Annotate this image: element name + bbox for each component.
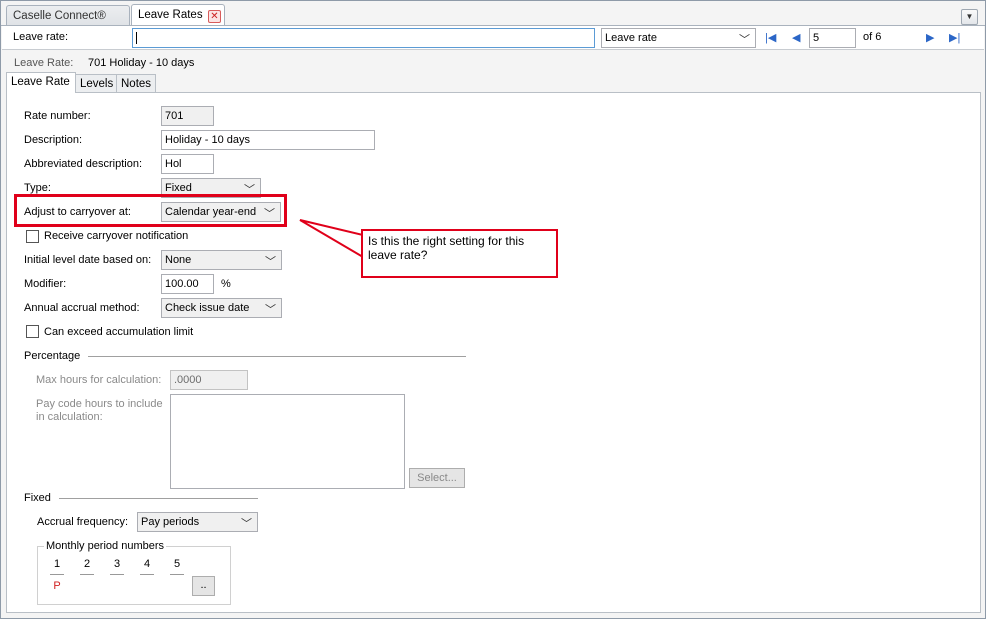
period-entry-5[interactable] (170, 574, 184, 575)
tab-leave-rate[interactable]: Leave Rate (6, 72, 76, 93)
caption-value: 701 Holiday - 10 days (88, 57, 195, 69)
chevron-down-icon: ﹀ (265, 256, 276, 268)
chevron-down-icon: ﹀ (739, 34, 750, 46)
tab-leave-rates[interactable]: Leave Rates ✕ (131, 4, 225, 26)
can-exceed-limit-checkbox[interactable] (26, 325, 39, 338)
first-record-icon[interactable]: |◀ (765, 31, 776, 45)
record-total: of 6 (863, 31, 882, 43)
caption-label: Leave Rate: (14, 57, 74, 69)
lookup-toolbar: Leave rate: Leave rate ﹀ |◀ ◀ 5 of 6 ▶ ▶… (2, 26, 984, 50)
record-number-input[interactable]: 5 (809, 28, 856, 48)
period-number: 2 (83, 558, 91, 570)
initial-level-select[interactable]: None ﹀ (161, 250, 282, 270)
tab-levels[interactable]: Levels (75, 74, 117, 93)
pay-code-label: Pay code hours to include (36, 398, 163, 410)
select-pay-codes-button[interactable]: Select... (409, 468, 465, 488)
initial-level-label: Initial level date based on: (24, 254, 152, 266)
max-hours-field: .0000 (170, 370, 248, 390)
max-hours-label: Max hours for calculation: (36, 374, 162, 386)
pay-code-label-cont: in calculation: (36, 411, 103, 423)
tab-notes[interactable]: Notes (116, 74, 156, 93)
last-record-icon[interactable]: ▶| (949, 31, 960, 45)
modifier-unit: % (221, 278, 231, 290)
period-number: 3 (113, 558, 121, 570)
period-entry-2[interactable] (80, 574, 94, 575)
percentage-divider (88, 356, 466, 357)
chevron-down-icon: ﹀ (265, 304, 276, 316)
lookup-label: Leave rate: (13, 31, 69, 43)
abbreviated-description-label: Abbreviated description: (24, 158, 143, 170)
period-1-flag: P (53, 580, 61, 592)
lookup-field-select[interactable]: Leave rate ﹀ (601, 28, 756, 48)
document-tab-strip: Caselle Connect® Leave Rates ✕ ▼ (3, 4, 983, 26)
close-icon[interactable]: ✕ (208, 10, 221, 23)
tab-label: Caselle Connect® (13, 10, 106, 22)
period-entry-1[interactable] (50, 574, 64, 575)
receive-carryover-notification-label: Receive carryover notification (44, 230, 189, 242)
tab-menu-dropdown-icon[interactable]: ▼ (961, 9, 978, 25)
next-record-icon[interactable]: ▶ (926, 31, 934, 45)
period-entry-4[interactable] (140, 574, 154, 575)
accrual-frequency-label: Accrual frequency: (37, 516, 129, 528)
annotation-highlight (14, 194, 287, 227)
more-periods-button[interactable]: .. (192, 576, 215, 596)
annual-accrual-method-label: Annual accrual method: (24, 302, 140, 314)
tab-label: Leave Rates (138, 9, 203, 21)
text-caret (136, 32, 137, 44)
abbreviated-description-field[interactable]: Hol (161, 154, 214, 174)
type-label: Type: (24, 182, 51, 194)
period-number: 1 (53, 558, 61, 570)
previous-record-icon[interactable]: ◀ (792, 31, 800, 45)
rate-number-field: 701 (161, 106, 214, 126)
accrual-frequency-select[interactable]: Pay periods ﹀ (137, 512, 258, 532)
pay-code-list[interactable] (170, 394, 405, 489)
tab-caselle-connect[interactable]: Caselle Connect® (6, 5, 130, 26)
window-frame: Caselle Connect® Leave Rates ✕ ▼ Leave r… (0, 0, 986, 619)
callout-text: Is this the right setting for this leave… (368, 234, 525, 262)
annual-accrual-method-select[interactable]: Check issue date ﹀ (161, 298, 282, 318)
leave-rate-search-input[interactable] (132, 28, 595, 48)
percentage-section-label: Percentage (24, 350, 81, 362)
period-entry-3[interactable] (110, 574, 124, 575)
receive-carryover-notification-checkbox[interactable] (26, 230, 39, 243)
period-number: 4 (143, 558, 151, 570)
annotation-callout: Is this the right setting for this leave… (361, 229, 558, 278)
description-field[interactable]: Holiday - 10 days (161, 130, 375, 150)
modifier-label: Modifier: (24, 278, 67, 290)
modifier-field[interactable]: 100.00 (161, 274, 214, 294)
can-exceed-limit-label: Can exceed accumulation limit (44, 326, 194, 338)
period-number: 5 (173, 558, 181, 570)
monthly-period-label: Monthly period numbers (44, 540, 167, 552)
record-caption: Leave Rate: 701 Holiday - 10 days (2, 52, 984, 72)
chevron-down-icon: ﹀ (241, 518, 252, 530)
rate-number-label: Rate number: (24, 110, 91, 122)
leave-rate-panel: Rate number: 701 Description: Holiday - … (6, 92, 981, 613)
fixed-divider (59, 498, 258, 499)
fixed-section-label: Fixed (24, 492, 51, 504)
description-label: Description: (24, 134, 83, 146)
